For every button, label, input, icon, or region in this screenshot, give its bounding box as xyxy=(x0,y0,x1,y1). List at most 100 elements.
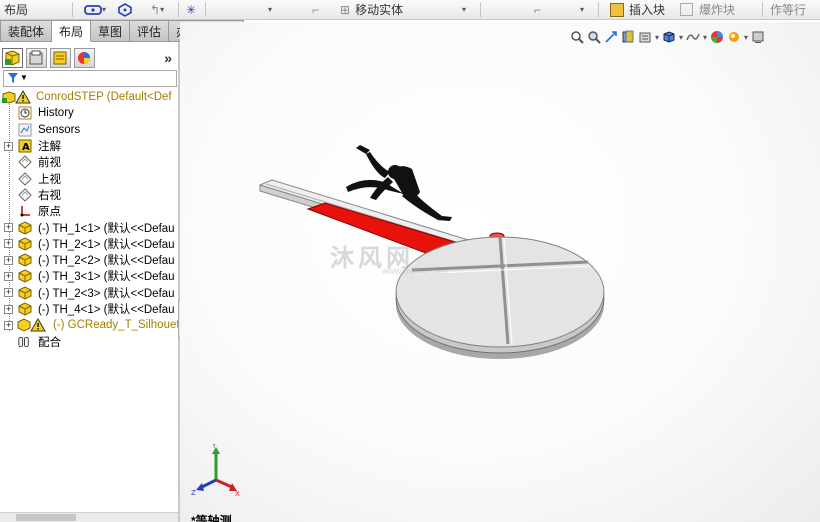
plane-icon xyxy=(17,155,32,170)
tree-node-label: (-) TH_1<1> (默认<<Defau xyxy=(38,222,175,235)
ribbon-right-label[interactable]: 作等行 xyxy=(770,1,806,18)
tree-node[interactable]: + (-) TH_3<1> (默认<<Defau xyxy=(0,268,178,284)
move-entity-label: 移动实体 xyxy=(355,3,404,17)
tree-node[interactable]: + (-) TH_2<1> (默认<<Defau xyxy=(0,236,178,252)
explode-block-label: 爆炸块 xyxy=(699,3,736,17)
feature-tree: ConrodSTEP (Default<Def History Sensors + A 注… xyxy=(0,89,183,350)
dropdown-arrow-icon[interactable]: ▾ xyxy=(580,1,584,18)
model-canvas[interactable] xyxy=(180,22,820,522)
feature-manager-panel: » ▼ ConrodSTEP (Default<Def History Sensor… xyxy=(0,42,185,522)
command-ribbon: 布局 ▾ ↰ ▾ ✳ ▾ ⌐ ⊞ 移动实体 ▾ ⌐ ▾ 插入块 爆炸块 作等行 xyxy=(0,0,820,20)
history-icon xyxy=(17,106,32,120)
ribbon-separator xyxy=(178,2,179,17)
horizontal-scrollbar[interactable] xyxy=(0,512,178,522)
configuration-tab-icon[interactable] xyxy=(50,48,71,68)
graphics-viewport[interactable]: ▾ ▾ ▾ ▾ 沐风网 www.mfcad.com Y X Z *等轴测 xyxy=(180,22,820,522)
part-icon xyxy=(17,237,32,251)
tree-node-label: (-) TH_3<1> (默认<<Defau xyxy=(38,271,175,284)
explode-block-icon xyxy=(680,3,693,16)
insert-block-button[interactable]: 插入块 xyxy=(610,1,665,18)
tree-node[interactable]: 上视 xyxy=(0,170,178,186)
tree-node-label: (-) TH_4<1> (默认<<Defau xyxy=(38,304,175,316)
expand-node-icon[interactable]: + xyxy=(4,141,13,151)
tree-node[interactable]: ConrodSTEP (Default<Def xyxy=(0,89,178,105)
panel-tab-strip: » xyxy=(0,46,178,70)
ribbon-separator xyxy=(598,2,599,17)
expand-node-icon[interactable]: + xyxy=(4,320,13,330)
expand-node-icon[interactable]: + xyxy=(4,271,13,281)
view-orientation-label: *等轴测 xyxy=(191,514,232,522)
point-icon[interactable]: ✳ xyxy=(186,1,196,18)
insert-block-icon xyxy=(610,2,624,17)
tree-node[interactable]: + (-) TH_1<1> (默认<<Defau xyxy=(0,219,178,235)
tree-node[interactable]: + (-) TH_2<2> (默认<<Defau xyxy=(0,252,178,268)
insert-block-label: 插入块 xyxy=(629,3,666,17)
filter-icon xyxy=(8,73,18,83)
watermark: 沐风网 www.mfcad.com xyxy=(330,238,490,278)
tree-node[interactable]: 右视 xyxy=(0,187,178,203)
tool-icon[interactable]: ⌐ xyxy=(534,1,541,18)
ribbon-separator xyxy=(762,2,763,17)
dropdown-arrow-icon[interactable]: ▾ xyxy=(268,1,272,18)
triad-x-label: X xyxy=(235,490,240,496)
scrollbar-thumb[interactable] xyxy=(16,514,76,521)
tree-node-label: Sensors xyxy=(38,123,81,136)
feature-tree-tab-icon[interactable] xyxy=(2,48,23,68)
watermark-url: www.mfcad.com xyxy=(382,266,448,276)
undo-arrow-icon[interactable]: ↰ ▾ xyxy=(150,1,164,18)
tree-node-label: (-) TH_2<2> (默认<<Defau xyxy=(38,255,175,268)
tree-node[interactable]: + (-) TH_4<1> (默认<<Defau xyxy=(0,301,178,317)
tree-node-label: 原点 xyxy=(38,206,61,219)
command-tab[interactable]: 草图 xyxy=(91,20,131,42)
part-icon xyxy=(17,302,32,316)
chevron-down-icon: ▼ xyxy=(20,73,28,82)
tree-node[interactable]: + (-) GCReady_T_Silhouett xyxy=(0,317,183,333)
tree-node[interactable]: + (-) TH_2<3> (默认<<Defau xyxy=(0,285,178,301)
tree-node[interactable]: + A 注解 xyxy=(0,138,178,154)
polygon-icon[interactable] xyxy=(118,1,132,18)
tree-filter-box[interactable]: ▼ xyxy=(3,70,177,87)
display-manager-tab-icon[interactable] xyxy=(74,48,95,68)
link-icon[interactable]: ▾ xyxy=(84,1,106,18)
layout-ribbon-label[interactable]: 布局 xyxy=(4,1,28,18)
ribbon-separator xyxy=(205,2,206,17)
part-warning-icon xyxy=(17,318,47,332)
tree-node[interactable]: History xyxy=(0,105,178,121)
tree-node[interactable]: 配合 xyxy=(0,333,178,349)
command-tab[interactable]: 装配体 xyxy=(0,20,53,42)
expand-node-icon[interactable]: + xyxy=(4,304,13,314)
expand-node-icon[interactable]: + xyxy=(4,239,13,249)
tree-node-label: (-) GCReady_T_Silhouett xyxy=(53,319,183,332)
tree-node[interactable]: 原点 xyxy=(0,203,178,219)
explode-block-button[interactable]: 爆炸块 xyxy=(680,1,735,18)
expand-node-icon[interactable]: + xyxy=(4,223,13,233)
ribbon-separator xyxy=(72,2,73,17)
tree-node[interactable]: 前视 xyxy=(0,154,178,170)
annotation-icon: A xyxy=(17,139,32,153)
triad-y-label: Y xyxy=(211,444,217,450)
expand-panel-button[interactable]: » xyxy=(164,50,172,66)
expand-node-icon[interactable]: + xyxy=(4,255,13,265)
tree-node-label: 前视 xyxy=(38,157,61,170)
tree-node-label: (-) TH_2<1> (默认<<Defau xyxy=(38,238,175,251)
tree-node[interactable]: Sensors xyxy=(0,122,178,138)
plane-icon xyxy=(17,171,32,186)
part-icon xyxy=(17,286,32,300)
move-entity-icon: ⊞ xyxy=(340,2,351,17)
command-tab[interactable]: 评估 xyxy=(130,20,170,42)
plane-icon xyxy=(17,188,32,202)
tool-icon[interactable]: ⌐ xyxy=(312,1,319,18)
dropdown-arrow-icon[interactable]: ▾ xyxy=(462,1,466,18)
part-icon xyxy=(17,269,32,283)
sensors-icon xyxy=(17,123,32,137)
tree-node-label: 右视 xyxy=(38,189,61,202)
expand-node-icon[interactable]: + xyxy=(4,288,13,298)
command-tab[interactable]: 布局 xyxy=(52,20,92,42)
part-icon xyxy=(17,253,32,267)
tree-node-label: 上视 xyxy=(38,173,61,186)
move-entity-button[interactable]: ⊞ 移动实体 xyxy=(340,1,403,18)
svg-text:A: A xyxy=(22,142,30,153)
property-manager-tab-icon[interactable] xyxy=(26,48,47,68)
assembly-warning-icon xyxy=(2,90,32,104)
tree-node-label: 注解 xyxy=(38,141,61,154)
